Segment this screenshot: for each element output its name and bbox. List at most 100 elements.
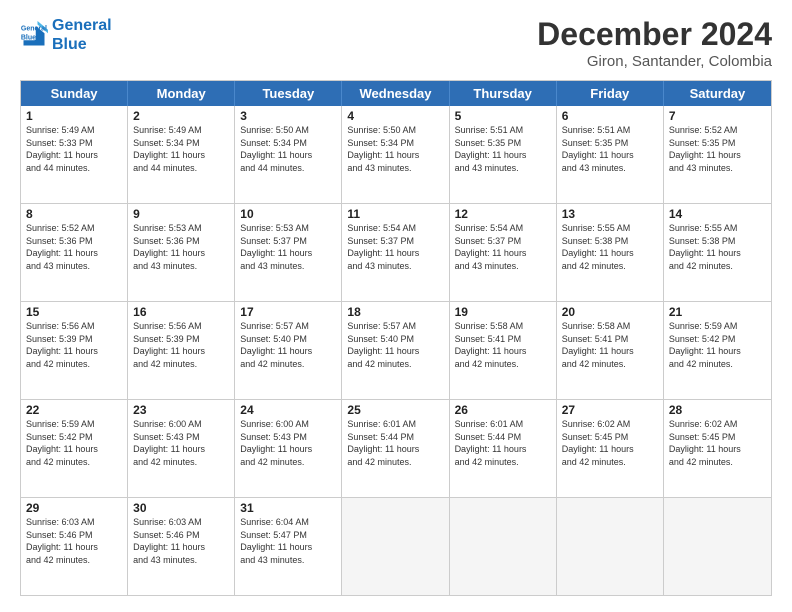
calendar-cell-14: 14Sunrise: 5:55 AMSunset: 5:38 PMDayligh… bbox=[664, 204, 771, 301]
calendar-cell-20: 20Sunrise: 5:58 AMSunset: 5:41 PMDayligh… bbox=[557, 302, 664, 399]
day-number: 3 bbox=[240, 109, 336, 123]
day-number: 25 bbox=[347, 403, 443, 417]
day-number: 13 bbox=[562, 207, 658, 221]
cell-info: Sunrise: 5:50 AMSunset: 5:34 PMDaylight:… bbox=[240, 124, 336, 174]
header-day-sunday: Sunday bbox=[21, 81, 128, 106]
cell-info: Sunrise: 6:02 AMSunset: 5:45 PMDaylight:… bbox=[562, 418, 658, 468]
cell-info: Sunrise: 5:57 AMSunset: 5:40 PMDaylight:… bbox=[347, 320, 443, 370]
day-number: 26 bbox=[455, 403, 551, 417]
calendar-body: 1Sunrise: 5:49 AMSunset: 5:33 PMDaylight… bbox=[21, 106, 771, 595]
cell-info: Sunrise: 5:59 AMSunset: 5:42 PMDaylight:… bbox=[669, 320, 766, 370]
calendar-cell-24: 24Sunrise: 6:00 AMSunset: 5:43 PMDayligh… bbox=[235, 400, 342, 497]
day-number: 22 bbox=[26, 403, 122, 417]
cell-info: Sunrise: 6:01 AMSunset: 5:44 PMDaylight:… bbox=[455, 418, 551, 468]
title-block: December 2024 Giron, Santander, Colombia bbox=[537, 16, 772, 70]
header-day-thursday: Thursday bbox=[450, 81, 557, 106]
cell-info: Sunrise: 5:49 AMSunset: 5:34 PMDaylight:… bbox=[133, 124, 229, 174]
cell-info: Sunrise: 5:56 AMSunset: 5:39 PMDaylight:… bbox=[133, 320, 229, 370]
calendar-cell-8: 8Sunrise: 5:52 AMSunset: 5:36 PMDaylight… bbox=[21, 204, 128, 301]
cell-info: Sunrise: 5:55 AMSunset: 5:38 PMDaylight:… bbox=[669, 222, 766, 272]
logo-text: General Blue bbox=[52, 16, 112, 54]
day-number: 9 bbox=[133, 207, 229, 221]
cell-info: Sunrise: 6:01 AMSunset: 5:44 PMDaylight:… bbox=[347, 418, 443, 468]
calendar-cell-16: 16Sunrise: 5:56 AMSunset: 5:39 PMDayligh… bbox=[128, 302, 235, 399]
calendar-cell-30: 30Sunrise: 6:03 AMSunset: 5:46 PMDayligh… bbox=[128, 498, 235, 595]
cell-info: Sunrise: 5:57 AMSunset: 5:40 PMDaylight:… bbox=[240, 320, 336, 370]
day-number: 30 bbox=[133, 501, 229, 515]
calendar-cell-15: 15Sunrise: 5:56 AMSunset: 5:39 PMDayligh… bbox=[21, 302, 128, 399]
day-number: 19 bbox=[455, 305, 551, 319]
logo: General Blue General Blue bbox=[20, 16, 112, 54]
calendar-cell-27: 27Sunrise: 6:02 AMSunset: 5:45 PMDayligh… bbox=[557, 400, 664, 497]
calendar-cell-6: 6Sunrise: 5:51 AMSunset: 5:35 PMDaylight… bbox=[557, 106, 664, 203]
day-number: 17 bbox=[240, 305, 336, 319]
calendar-row-2: 8Sunrise: 5:52 AMSunset: 5:36 PMDaylight… bbox=[21, 203, 771, 301]
calendar-cell-23: 23Sunrise: 6:00 AMSunset: 5:43 PMDayligh… bbox=[128, 400, 235, 497]
day-number: 11 bbox=[347, 207, 443, 221]
logo-icon: General Blue bbox=[20, 21, 48, 49]
day-number: 28 bbox=[669, 403, 766, 417]
day-number: 6 bbox=[562, 109, 658, 123]
day-number: 1 bbox=[26, 109, 122, 123]
calendar: SundayMondayTuesdayWednesdayThursdayFrid… bbox=[20, 80, 772, 596]
calendar-cell-empty bbox=[342, 498, 449, 595]
calendar-cell-9: 9Sunrise: 5:53 AMSunset: 5:36 PMDaylight… bbox=[128, 204, 235, 301]
day-number: 16 bbox=[133, 305, 229, 319]
header: General Blue General Blue December 2024 … bbox=[20, 16, 772, 70]
cell-info: Sunrise: 5:59 AMSunset: 5:42 PMDaylight:… bbox=[26, 418, 122, 468]
header-day-friday: Friday bbox=[557, 81, 664, 106]
calendar-cell-5: 5Sunrise: 5:51 AMSunset: 5:35 PMDaylight… bbox=[450, 106, 557, 203]
svg-text:Blue: Blue bbox=[21, 35, 36, 42]
header-day-wednesday: Wednesday bbox=[342, 81, 449, 106]
calendar-row-3: 15 Sunrise: 5:56 AMSunset: 5:39 PMDayligh… bbox=[21, 301, 771, 399]
day-number: 31 bbox=[240, 501, 336, 515]
calendar-cell-empty bbox=[450, 498, 557, 595]
cell-info: Sunrise: 5:50 AMSunset: 5:34 PMDaylight:… bbox=[347, 124, 443, 174]
page: General Blue General Blue December 2024 … bbox=[0, 0, 792, 612]
calendar-row-5: 29Sunrise: 6:03 AMSunset: 5:46 PMDayligh… bbox=[21, 497, 771, 595]
header-day-monday: Monday bbox=[128, 81, 235, 106]
calendar-cell-31: 31Sunrise: 6:04 AMSunset: 5:47 PMDayligh… bbox=[235, 498, 342, 595]
main-title: December 2024 bbox=[537, 16, 772, 53]
cell-info: Sunrise: 5:55 AMSunset: 5:38 PMDaylight:… bbox=[562, 222, 658, 272]
cell-info: Sunrise: 5:58 AMSunset: 5:41 PMDaylight:… bbox=[562, 320, 658, 370]
day-number: 21 bbox=[669, 305, 766, 319]
calendar-cell-2: 2Sunrise: 5:49 AMSunset: 5:34 PMDaylight… bbox=[128, 106, 235, 203]
cell-info: Sunrise: 6:04 AMSunset: 5:47 PMDaylight:… bbox=[240, 516, 336, 566]
day-number: 7 bbox=[669, 109, 766, 123]
calendar-cell-21: 21Sunrise: 5:59 AMSunset: 5:42 PMDayligh… bbox=[664, 302, 771, 399]
calendar-cell-19: 19Sunrise: 5:58 AMSunset: 5:41 PMDayligh… bbox=[450, 302, 557, 399]
day-number: 15 bbox=[26, 305, 122, 319]
calendar-cell-1: 1Sunrise: 5:49 AMSunset: 5:33 PMDaylight… bbox=[21, 106, 128, 203]
day-number: 14 bbox=[669, 207, 766, 221]
subtitle: Giron, Santander, Colombia bbox=[537, 53, 772, 70]
cell-info: Sunrise: 5:51 AMSunset: 5:35 PMDaylight:… bbox=[562, 124, 658, 174]
cell-info: Sunrise: 6:03 AMSunset: 5:46 PMDaylight:… bbox=[26, 516, 122, 566]
calendar-row-1: 1Sunrise: 5:49 AMSunset: 5:33 PMDaylight… bbox=[21, 106, 771, 203]
day-number: 23 bbox=[133, 403, 229, 417]
day-number: 29 bbox=[26, 501, 122, 515]
cell-info: Sunrise: 5:58 AMSunset: 5:41 PMDaylight:… bbox=[455, 320, 551, 370]
calendar-cell-11: 11Sunrise: 5:54 AMSunset: 5:37 PMDayligh… bbox=[342, 204, 449, 301]
day-number: 20 bbox=[562, 305, 658, 319]
header-day-saturday: Saturday bbox=[664, 81, 771, 106]
calendar-cell-empty bbox=[557, 498, 664, 595]
cell-info: Sunrise: 6:00 AMSunset: 5:43 PMDaylight:… bbox=[240, 418, 336, 468]
cell-info: Sunrise: 5:52 AMSunset: 5:36 PMDaylight:… bbox=[26, 222, 122, 272]
calendar-cell-12: 12Sunrise: 5:54 AMSunset: 5:37 PMDayligh… bbox=[450, 204, 557, 301]
cell-info: Sunrise: 5:53 AMSunset: 5:36 PMDaylight:… bbox=[133, 222, 229, 272]
calendar-cell-3: 3Sunrise: 5:50 AMSunset: 5:34 PMDaylight… bbox=[235, 106, 342, 203]
cell-info: Sunrise: 5:54 AMSunset: 5:37 PMDaylight:… bbox=[455, 222, 551, 272]
cell-info: Sunrise: 5:51 AMSunset: 5:35 PMDaylight:… bbox=[455, 124, 551, 174]
calendar-cell-25: 25Sunrise: 6:01 AMSunset: 5:44 PMDayligh… bbox=[342, 400, 449, 497]
day-number: 12 bbox=[455, 207, 551, 221]
day-number: 4 bbox=[347, 109, 443, 123]
calendar-cell-4: 4Sunrise: 5:50 AMSunset: 5:34 PMDaylight… bbox=[342, 106, 449, 203]
day-number: 5 bbox=[455, 109, 551, 123]
calendar-cell-22: 22Sunrise: 5:59 AMSunset: 5:42 PMDayligh… bbox=[21, 400, 128, 497]
cell-info: Sunrise: 5:53 AMSunset: 5:37 PMDaylight:… bbox=[240, 222, 336, 272]
cell-info: Sunrise: 5:54 AMSunset: 5:37 PMDaylight:… bbox=[347, 222, 443, 272]
day-number: 24 bbox=[240, 403, 336, 417]
day-number: 10 bbox=[240, 207, 336, 221]
cell-info: Sunrise: 6:00 AMSunset: 5:43 PMDaylight:… bbox=[133, 418, 229, 468]
